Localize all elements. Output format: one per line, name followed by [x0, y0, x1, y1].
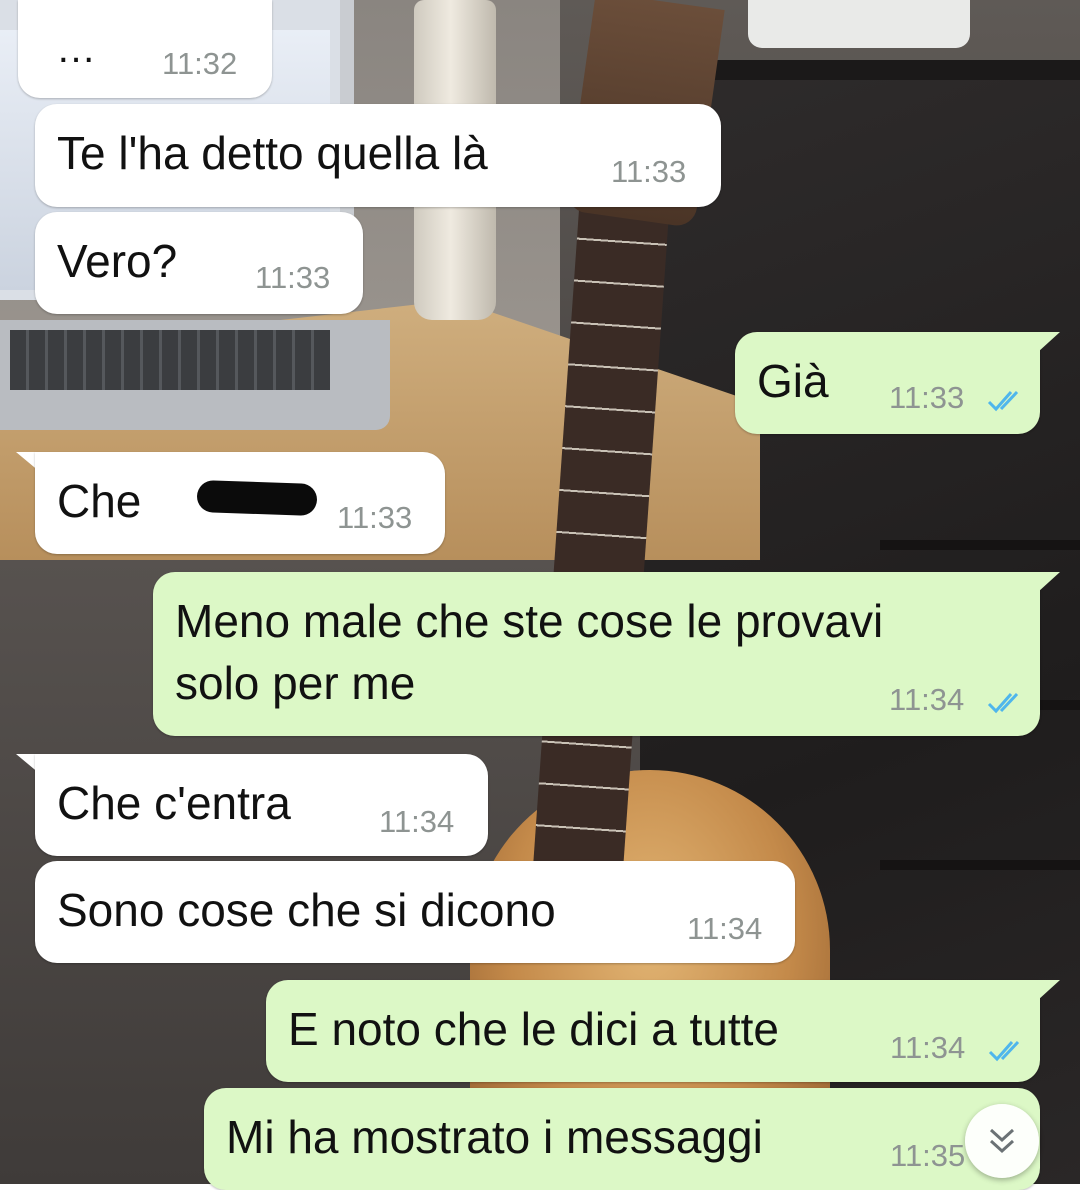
message-time: 11:33: [611, 154, 687, 189]
message-text: …: [56, 27, 96, 71]
message-time: 11:34: [687, 911, 763, 946]
scroll-to-bottom-button[interactable]: [965, 1104, 1039, 1178]
message-time: 11:34: [889, 682, 965, 717]
message-time: 11:33: [255, 260, 331, 295]
double-check-icon: [987, 390, 1019, 412]
message-text: Mi ha mostrato i messaggi: [226, 1111, 763, 1163]
redaction-mark: [196, 479, 318, 517]
message-text: Già: [757, 355, 829, 407]
message-outgoing[interactable]: Mi ha mostrato i messaggi 11:35: [204, 1088, 1040, 1190]
message-text: Te l'ha detto quella là: [57, 127, 488, 179]
message-incoming[interactable]: … 11:32: [18, 0, 272, 98]
message-incoming[interactable]: Che c'entra 11:34: [35, 754, 488, 856]
message-list[interactable]: … 11:32 Te l'ha detto quella là 11:33 Ve…: [0, 0, 1080, 1190]
message-incoming[interactable]: Vero? 11:33: [35, 212, 363, 314]
message-text: Sono cose che si dicono: [57, 884, 556, 936]
message-text: Che: [57, 475, 142, 527]
message-text: Vero?: [57, 235, 178, 287]
double-chevron-down-icon: [989, 1128, 1015, 1154]
message-text: E noto che le dici a tutte: [288, 1003, 779, 1055]
message-incoming[interactable]: Sono cose che si dicono 11:34: [35, 861, 795, 963]
message-text: Che c'entra: [57, 777, 291, 829]
double-check-icon: [988, 1040, 1020, 1062]
double-check-icon: [987, 692, 1019, 714]
message-outgoing[interactable]: Già 11:33: [735, 332, 1040, 434]
message-time: 11:35: [890, 1138, 966, 1173]
message-text-line: solo per me: [175, 657, 416, 709]
bubble-tail: [1038, 332, 1060, 352]
message-time: 11:34: [379, 804, 455, 839]
message-incoming[interactable]: Te l'ha detto quella là 11:33: [35, 104, 721, 207]
message-outgoing[interactable]: E noto che le dici a tutte 11:34: [266, 980, 1040, 1082]
bubble-tail: [1038, 980, 1060, 1000]
message-time: 11:34: [890, 1030, 966, 1065]
bubble-tail: [1038, 572, 1060, 592]
message-text-line: Meno male che ste cose le provavi: [175, 595, 884, 647]
message-time: 11:33: [337, 500, 413, 535]
message-incoming[interactable]: Che 11:33: [35, 452, 445, 554]
message-time: 11:32: [162, 46, 238, 81]
message-time: 11:33: [889, 380, 965, 415]
message-outgoing[interactable]: Meno male che ste cose le provavi solo p…: [153, 572, 1040, 736]
